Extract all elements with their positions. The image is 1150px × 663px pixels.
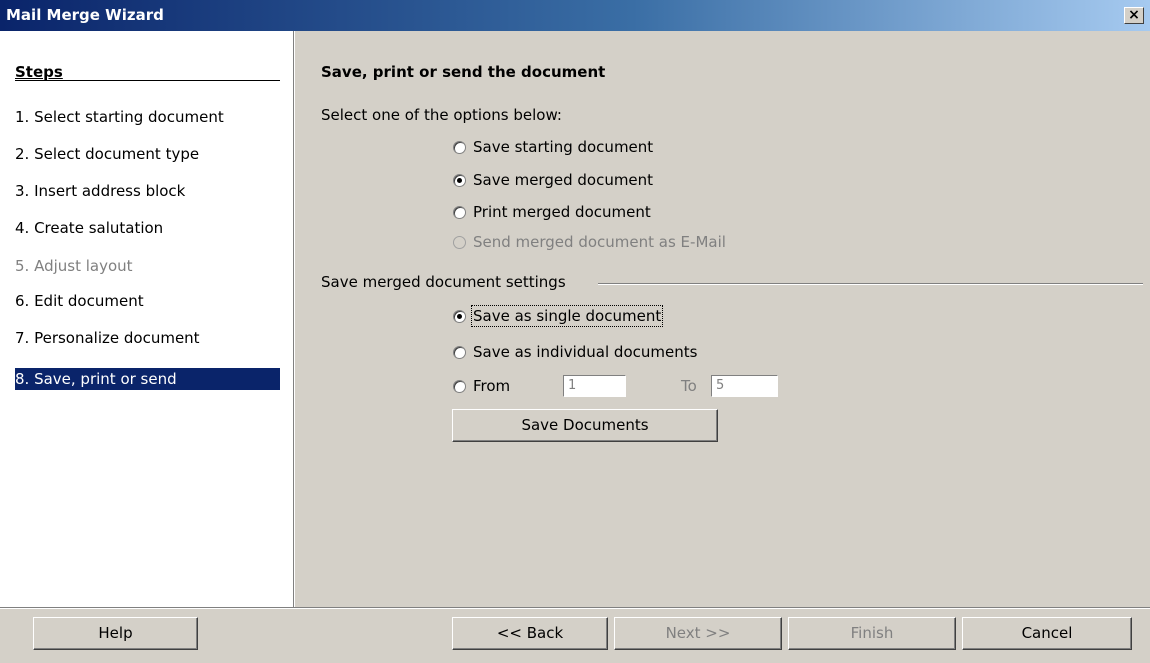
option-save-starting-document[interactable]: Save starting document xyxy=(453,137,653,157)
radio-save-merged[interactable] xyxy=(453,173,466,187)
options-prompt: Select one of the options below: xyxy=(321,106,562,124)
to-input[interactable]: 5 xyxy=(711,375,778,397)
option-label: Print merged document xyxy=(473,203,651,221)
save-documents-button[interactable]: Save Documents xyxy=(452,409,718,442)
from-label: From xyxy=(473,377,511,395)
step-5-adjust-layout: 5. Adjust layout xyxy=(15,257,133,275)
to-label: To xyxy=(681,377,697,395)
option-print-merged-document[interactable]: Print merged document xyxy=(453,202,651,222)
mail-merge-wizard-window: Mail Merge Wizard × Steps 1. Select star… xyxy=(0,0,1150,663)
settings-group-label: Save merged document settings xyxy=(321,273,566,291)
step-3-insert-address-block[interactable]: 3. Insert address block xyxy=(15,180,185,202)
radio-from-range[interactable] xyxy=(453,379,466,393)
option-label: Save starting document xyxy=(473,138,654,156)
page-title: Save, print or send the document xyxy=(321,63,606,81)
back-button[interactable]: << Back xyxy=(452,617,608,650)
window-title: Mail Merge Wizard xyxy=(6,6,164,24)
radio-save-starting[interactable] xyxy=(453,140,466,154)
steps-heading-underline xyxy=(15,80,280,81)
option-label: Save as single document xyxy=(470,305,664,327)
cancel-button[interactable]: Cancel xyxy=(962,617,1132,650)
radio-print-merged[interactable] xyxy=(453,205,466,219)
radio-save-single[interactable] xyxy=(453,309,466,323)
settings-group-divider xyxy=(598,283,1143,285)
help-button[interactable]: Help xyxy=(33,617,198,650)
footer-divider xyxy=(0,607,1150,609)
step-1-select-starting-document[interactable]: 1. Select starting document xyxy=(15,106,224,128)
step-7-personalize-document[interactable]: 7. Personalize document xyxy=(15,327,200,349)
step-4-create-salutation[interactable]: 4. Create salutation xyxy=(15,217,163,239)
step-8-save-print-send[interactable]: 8. Save, print or send xyxy=(15,368,280,390)
close-button[interactable]: × xyxy=(1124,7,1144,24)
title-bar[interactable]: Mail Merge Wizard × xyxy=(0,0,1150,31)
from-input[interactable]: 1 xyxy=(563,375,626,397)
step-6-edit-document[interactable]: 6. Edit document xyxy=(15,290,144,312)
step-2-select-document-type[interactable]: 2. Select document type xyxy=(15,143,199,165)
next-button: Next >> xyxy=(614,617,782,650)
option-label: Save as individual documents xyxy=(473,343,698,361)
option-label: Send merged document as E-Mail xyxy=(473,233,726,251)
option-send-email: Send merged document as E-Mail xyxy=(453,232,726,252)
option-label: Save merged document xyxy=(473,171,654,189)
close-icon: × xyxy=(1128,7,1140,23)
option-save-individual[interactable]: Save as individual documents xyxy=(453,342,697,362)
option-save-merged-document[interactable]: Save merged document xyxy=(453,170,653,190)
finish-button: Finish xyxy=(788,617,956,650)
radio-save-individual[interactable] xyxy=(453,345,466,359)
panel-divider xyxy=(293,31,295,607)
option-save-single[interactable]: Save as single document xyxy=(453,305,664,327)
radio-send-email xyxy=(453,235,466,249)
steps-heading: Steps xyxy=(15,63,63,81)
option-from-range[interactable]: From xyxy=(453,376,510,396)
